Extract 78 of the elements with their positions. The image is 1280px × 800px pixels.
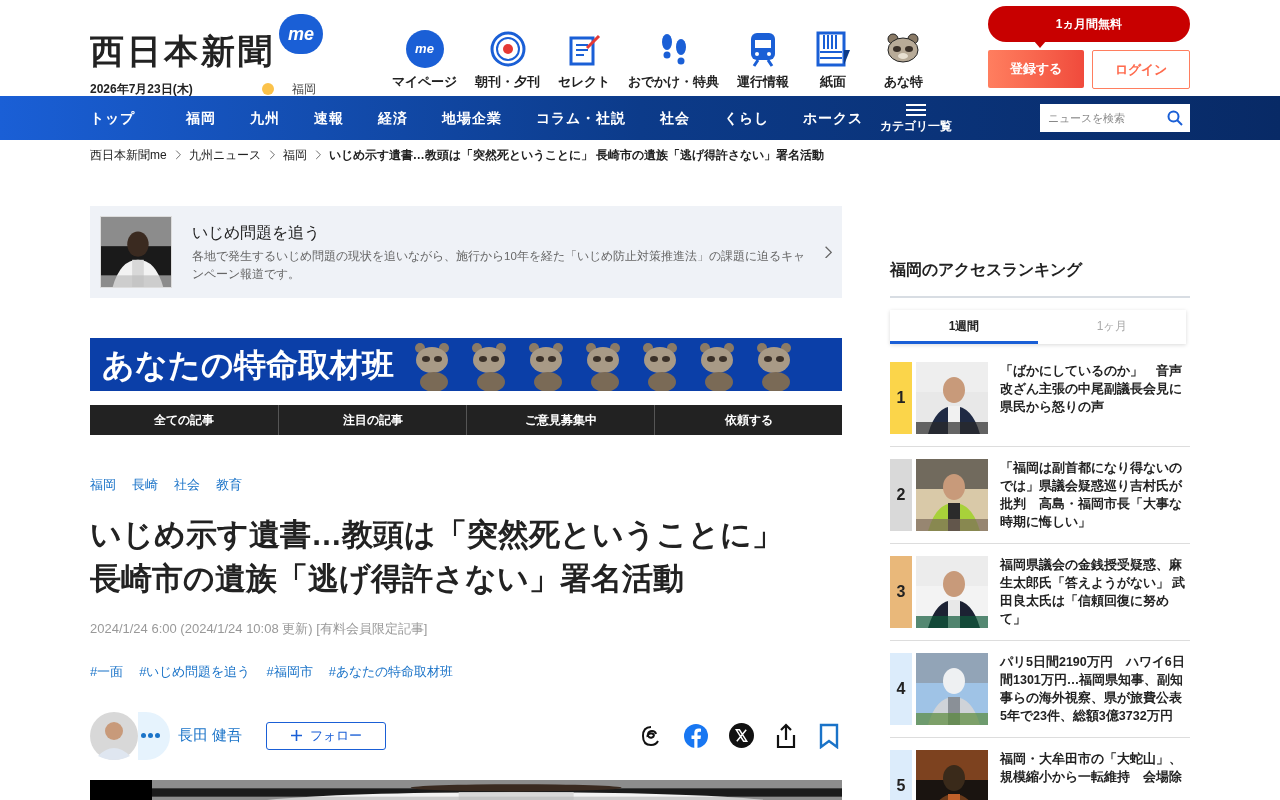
chevron-right-icon (174, 150, 181, 160)
series-card[interactable]: いじめ問題を追う 各地で発生するいじめ問題の現状を追いながら、施行から10年を経た「いじめ防止対策推進法」の課題に迫るキャンペーン報道です。 (90, 206, 842, 298)
chevron-right-icon (268, 150, 275, 160)
quick-link[interactable]: あな特 (875, 30, 931, 92)
ranking-article-link[interactable]: 「ばかにしているのか」 音声改ざん主張の中尾副議長会見に県民から怒りの声 (1000, 362, 1190, 434)
ranking-article-link[interactable]: 福岡・大牟田市の「大蛇山」、規模縮小から一転維持 会場除 (1000, 750, 1190, 800)
sun-icon (262, 83, 274, 95)
banner-tab[interactable]: ご意見募集中 (466, 405, 654, 435)
bookmark-icon[interactable] (818, 722, 840, 749)
nav-link[interactable]: ホークス (803, 107, 863, 129)
newspaper-icon (814, 30, 852, 68)
site-logo[interactable]: 西日本新聞 (90, 34, 275, 68)
series-title: いじめ問題を追う (192, 223, 321, 243)
breadcrumb-link[interactable]: 西日本新聞me (90, 146, 167, 164)
category-menu-button[interactable]: カテゴリ一覧 (880, 103, 952, 133)
author-avatar (90, 711, 138, 760)
rank-number: 4 (890, 653, 912, 725)
article-title: 長崎市の遺族「逃げ得許さない」署名活動 (90, 559, 685, 598)
search-icon[interactable] (1167, 110, 1183, 126)
banner-title: あなたの特命取材班 (102, 345, 394, 385)
category-link[interactable]: 教育 (216, 475, 242, 495)
ranking-article-link[interactable]: 福岡県議会の金銭授受疑惑、麻生太郎氏「答えようがない」 武田良太氏は「信頼回復に努めて」 (1000, 556, 1190, 628)
category-link[interactable]: 長崎 (132, 475, 158, 495)
date-text: 2026年7月23日(木) (90, 81, 194, 98)
nav-link[interactable]: 福岡 (186, 107, 216, 129)
chat-bubble-icon: me (405, 30, 444, 68)
quick-link[interactable]: おでかけ・特典 (626, 30, 721, 92)
nav-link[interactable]: 経済 (378, 107, 408, 129)
logo-badge: me (279, 14, 323, 54)
quick-link[interactable]: 朝刊・夕刊 (473, 30, 542, 92)
target-icon (488, 30, 527, 68)
quick-link[interactable]: me マイページ (390, 30, 459, 92)
menu-icon (906, 103, 926, 116)
series-description: 各地で発生するいじめ問題の現状を追いながら、施行から10年を経た「いじめ防止対策推進法」の課題に迫るキャンペーン報道です。 (192, 249, 806, 282)
nav-link[interactable]: コラム・社説 (536, 107, 626, 129)
quick-link[interactable]: 紙面 (805, 30, 861, 92)
facebook-icon[interactable] (683, 722, 709, 749)
tag-link[interactable]: #一面 (90, 662, 124, 682)
tag-link[interactable]: #いじめ問題を追う (139, 662, 251, 682)
x-icon[interactable] (729, 723, 754, 748)
category-link[interactable]: 福岡 (90, 475, 116, 495)
nav-link[interactable]: トップ (90, 107, 135, 129)
quick-link[interactable]: 運行情報 (735, 30, 791, 92)
share-icon[interactable] (774, 722, 798, 749)
ranking-tab[interactable]: 1週間 (890, 310, 1038, 344)
ranking-title: 福岡のアクセスランキング (890, 258, 1190, 298)
banner-tab[interactable]: 注目の記事 (278, 405, 466, 435)
nav-link[interactable]: 社会 (660, 107, 690, 129)
nav-link[interactable]: 地場企業 (442, 107, 502, 129)
chevron-right-icon (824, 245, 832, 259)
rank-number: 3 (890, 556, 912, 628)
more-authors[interactable] (138, 711, 170, 760)
rank-number: 5 (890, 750, 912, 800)
ranking-article-link[interactable]: 「福岡は副首都になり得ないのでは」県議会疑惑巡り吉村氏が批判 高島・福岡市長「大事な時期に悔しい」 (1000, 459, 1190, 531)
plus-icon (290, 730, 302, 741)
nav-link[interactable]: くらし (724, 107, 769, 129)
category-link[interactable]: 社会 (174, 475, 200, 495)
ranking-article-link[interactable]: パリ5日間2190万円 ハワイ6日間1301万円…福岡県知事、副知事らの海外視察、県が旅費公表 5年で23件、総額3億3732万円 (1000, 653, 1190, 725)
rank-number: 2 (890, 459, 912, 531)
article-date: 2024/1/24 6:00 (2024/1/24 10:08 更新) [有料会員限定記事] (90, 619, 429, 638)
tag-link[interactable]: #あなたの特命取材班 (328, 662, 453, 682)
banner-tab[interactable]: 依頼する (654, 405, 842, 435)
search-field[interactable]: ニュースを検索 (1040, 104, 1190, 132)
banner-tab[interactable]: 全ての記事 (90, 405, 278, 435)
banner[interactable]: あなたの特命取材班 (90, 338, 842, 391)
author-name[interactable]: 長田 健吾 (178, 724, 243, 747)
rank-number: 1 (890, 362, 912, 434)
nav-link[interactable]: 九州 (250, 107, 280, 129)
breadcrumb-link[interactable]: 福岡 (282, 146, 307, 164)
breadcrumb-link[interactable]: 九州ニュース (188, 146, 261, 164)
follow-button[interactable]: フォロー (266, 721, 387, 750)
chevron-right-icon (314, 150, 321, 160)
tag-link[interactable]: #福岡市 (266, 662, 313, 682)
article-title: いじめ示す遺書…教頭は「突然死ということに」 (90, 515, 784, 554)
nav-link[interactable]: 速報 (314, 107, 344, 129)
breadcrumb-current[interactable]: いじめ示す遺書…教頭は「突然死ということに」 長崎市の遺族「逃げ得許さない」署名活動 (328, 146, 824, 164)
weather-city: 福岡 (292, 81, 316, 98)
quick-link[interactable]: セレクト (556, 30, 612, 92)
